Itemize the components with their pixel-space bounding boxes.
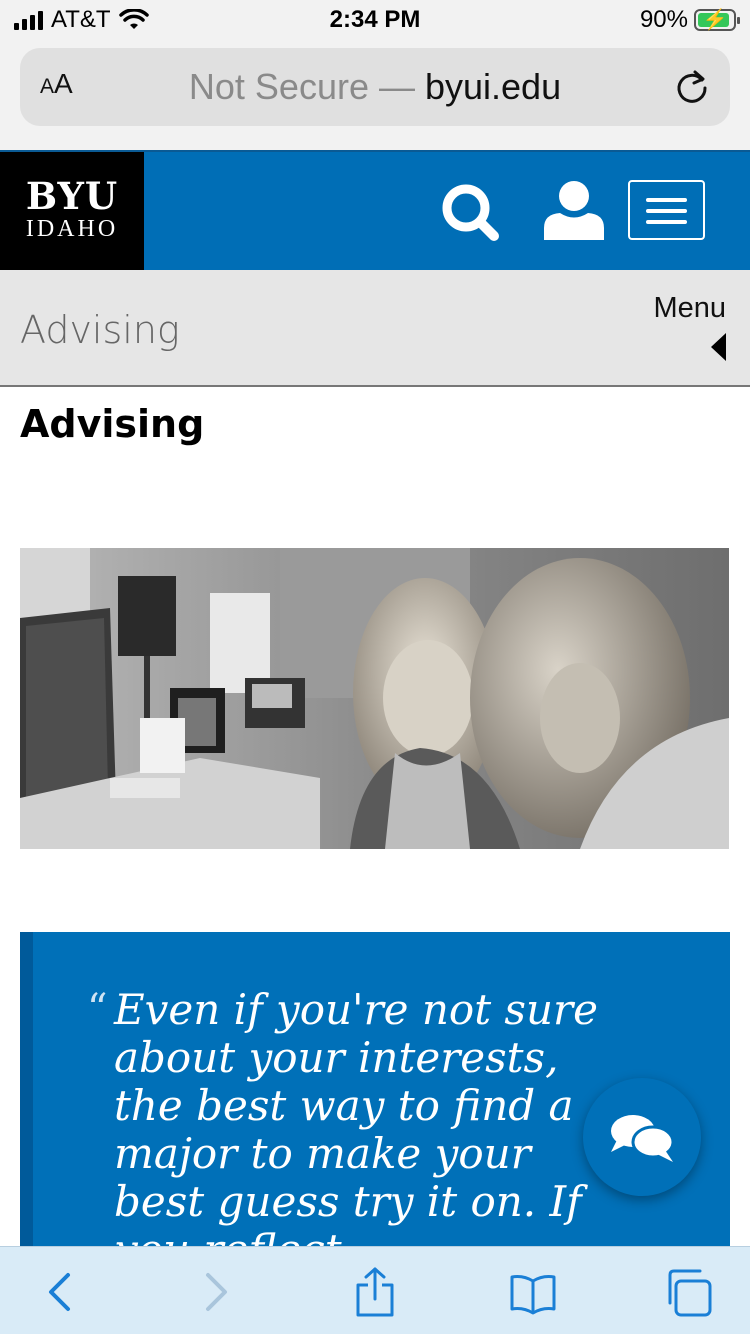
quote-text: Even if you're not sure about your inter… bbox=[114, 985, 598, 1263]
chat-button[interactable] bbox=[583, 1078, 701, 1196]
url-display[interactable]: Not Secure — byui.edu bbox=[20, 66, 730, 108]
byu-idaho-logo[interactable]: BYU IDAHO bbox=[0, 152, 144, 272]
address-bar[interactable]: AA Not Secure — byui.edu bbox=[20, 48, 730, 126]
forward-icon[interactable] bbox=[190, 1267, 240, 1317]
page-title: Advising bbox=[20, 402, 205, 446]
browser-toolbar bbox=[0, 1246, 750, 1334]
battery-icon: ⚡ bbox=[694, 9, 740, 31]
bookmarks-icon[interactable] bbox=[508, 1267, 558, 1317]
browser-top: AA Not Secure — byui.edu bbox=[0, 40, 750, 150]
hamburger-menu-button[interactable] bbox=[628, 180, 705, 240]
search-icon[interactable] bbox=[438, 180, 502, 244]
caret-left-icon bbox=[711, 333, 726, 361]
tabs-icon[interactable] bbox=[664, 1267, 714, 1317]
photo-illustration bbox=[20, 548, 729, 849]
battery-percent: 90% bbox=[639, 6, 688, 33]
chat-bubbles-icon bbox=[611, 1115, 675, 1162]
user-icon[interactable] bbox=[542, 178, 606, 242]
section-bar: Advising Menu bbox=[0, 270, 750, 387]
clock: 2:34 PM bbox=[329, 6, 421, 33]
status-bar: AT&T 2:34 PM 90% ⚡ bbox=[0, 0, 750, 40]
menu-toggle-label: Menu bbox=[653, 292, 726, 324]
url-domain: byui.edu bbox=[424, 66, 562, 107]
quote-mark: “ bbox=[87, 986, 108, 1032]
back-icon[interactable] bbox=[36, 1267, 86, 1317]
section-title: Advising bbox=[20, 308, 180, 352]
logo-line-2: IDAHO bbox=[25, 216, 119, 242]
site-header: BYU IDAHO bbox=[0, 150, 750, 272]
section-menu-toggle[interactable]: Menu bbox=[653, 292, 726, 361]
url-prefix: Not Secure — bbox=[188, 66, 425, 107]
advising-photo bbox=[20, 548, 729, 849]
status-right: 90% ⚡ bbox=[639, 6, 740, 34]
logo-line-1: BYU bbox=[25, 174, 119, 218]
reload-icon[interactable] bbox=[672, 66, 712, 106]
share-icon[interactable] bbox=[350, 1267, 400, 1317]
